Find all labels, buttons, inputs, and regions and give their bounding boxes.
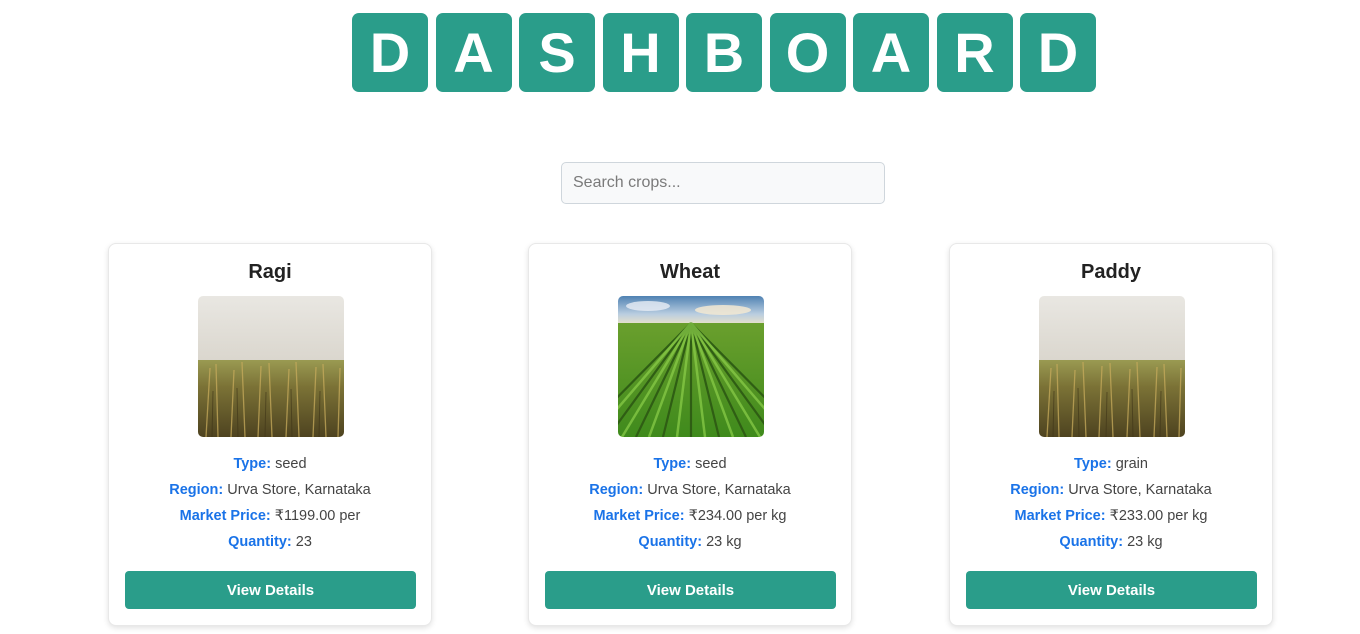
title-letter-tile: A bbox=[853, 13, 929, 92]
region-value: Urva Store, Karnataka bbox=[227, 482, 371, 498]
search-input[interactable] bbox=[561, 162, 885, 204]
view-details-button[interactable]: View Details bbox=[125, 571, 416, 609]
market-price-value: ₹1199.00 per bbox=[274, 508, 361, 524]
type-label: Type: bbox=[653, 456, 692, 472]
crop-region: Region: Urva Store, Karnataka bbox=[529, 482, 851, 498]
quantity-label: Quantity: bbox=[228, 534, 292, 550]
quantity-value: 23 bbox=[295, 534, 312, 550]
crop-card-wheat: Wheat Type: seed Region: Urva Store, Kar… bbox=[528, 243, 852, 626]
title-letter-tile: S bbox=[519, 13, 595, 92]
crop-image bbox=[618, 296, 764, 437]
region-label: Region: bbox=[169, 482, 224, 498]
crop-name: Ragi bbox=[248, 261, 292, 283]
crop-market-price: Market Price: ₹1199.00 per bbox=[109, 508, 431, 524]
quantity-value: 23 kg bbox=[1127, 534, 1163, 550]
crop-card-paddy: Paddy Type: grain Region: Urva Store, Ka… bbox=[949, 243, 1273, 626]
crop-image bbox=[1039, 296, 1185, 437]
view-details-button[interactable]: View Details bbox=[966, 571, 1257, 609]
market-price-label: Market Price: bbox=[1014, 508, 1106, 524]
crop-type: Type: seed bbox=[109, 456, 431, 472]
region-value: Urva Store, Karnataka bbox=[647, 482, 791, 498]
crop-type: Type: grain bbox=[950, 456, 1272, 472]
type-value: seed bbox=[275, 456, 307, 472]
title-letter-tile: O bbox=[769, 13, 846, 92]
crop-market-price: Market Price: ₹233.00 per kg bbox=[950, 508, 1272, 524]
title-letter-tile: A bbox=[435, 13, 512, 92]
crop-name: Wheat bbox=[660, 261, 720, 283]
crop-type: Type: seed bbox=[529, 456, 851, 472]
type-value: seed bbox=[695, 456, 727, 472]
type-value: grain bbox=[1115, 456, 1148, 472]
market-price-label: Market Price: bbox=[593, 508, 685, 524]
market-price-value: ₹233.00 per kg bbox=[1109, 508, 1208, 524]
crop-image bbox=[198, 296, 344, 437]
quantity-label: Quantity: bbox=[638, 534, 703, 550]
market-price-value: ₹234.00 per kg bbox=[688, 508, 787, 524]
title-letter-tile: B bbox=[686, 13, 762, 92]
quantity-label: Quantity: bbox=[1059, 534, 1124, 550]
crop-market-price: Market Price: ₹234.00 per kg bbox=[529, 508, 851, 524]
crop-card-ragi: Ragi Type: seed Region: Urva Store, Karn… bbox=[108, 243, 432, 626]
title-letter-tile: D bbox=[1020, 13, 1096, 92]
crop-region: Region: Urva Store, Karnataka bbox=[950, 482, 1272, 498]
crop-quantity: Quantity: 23 kg bbox=[529, 534, 851, 550]
title-letter-tile: D bbox=[352, 13, 428, 92]
region-label: Region: bbox=[1010, 482, 1065, 498]
title-letter-tile: H bbox=[602, 13, 679, 92]
title-letter-tile: R bbox=[936, 13, 1013, 92]
dashboard-title: D A S H B O A R D bbox=[352, 13, 1096, 92]
type-label: Type: bbox=[233, 456, 272, 472]
crop-quantity: Quantity: 23 bbox=[109, 534, 431, 550]
region-value: Urva Store, Karnataka bbox=[1068, 482, 1212, 498]
type-label: Type: bbox=[1074, 456, 1112, 472]
view-details-button[interactable]: View Details bbox=[545, 571, 836, 609]
crop-region: Region: Urva Store, Karnataka bbox=[109, 482, 431, 498]
quantity-value: 23 kg bbox=[706, 534, 742, 550]
crop-quantity: Quantity: 23 kg bbox=[950, 534, 1272, 550]
crop-name: Paddy bbox=[1080, 261, 1142, 283]
region-label: Region: bbox=[589, 482, 644, 498]
market-price-label: Market Price: bbox=[179, 508, 271, 524]
